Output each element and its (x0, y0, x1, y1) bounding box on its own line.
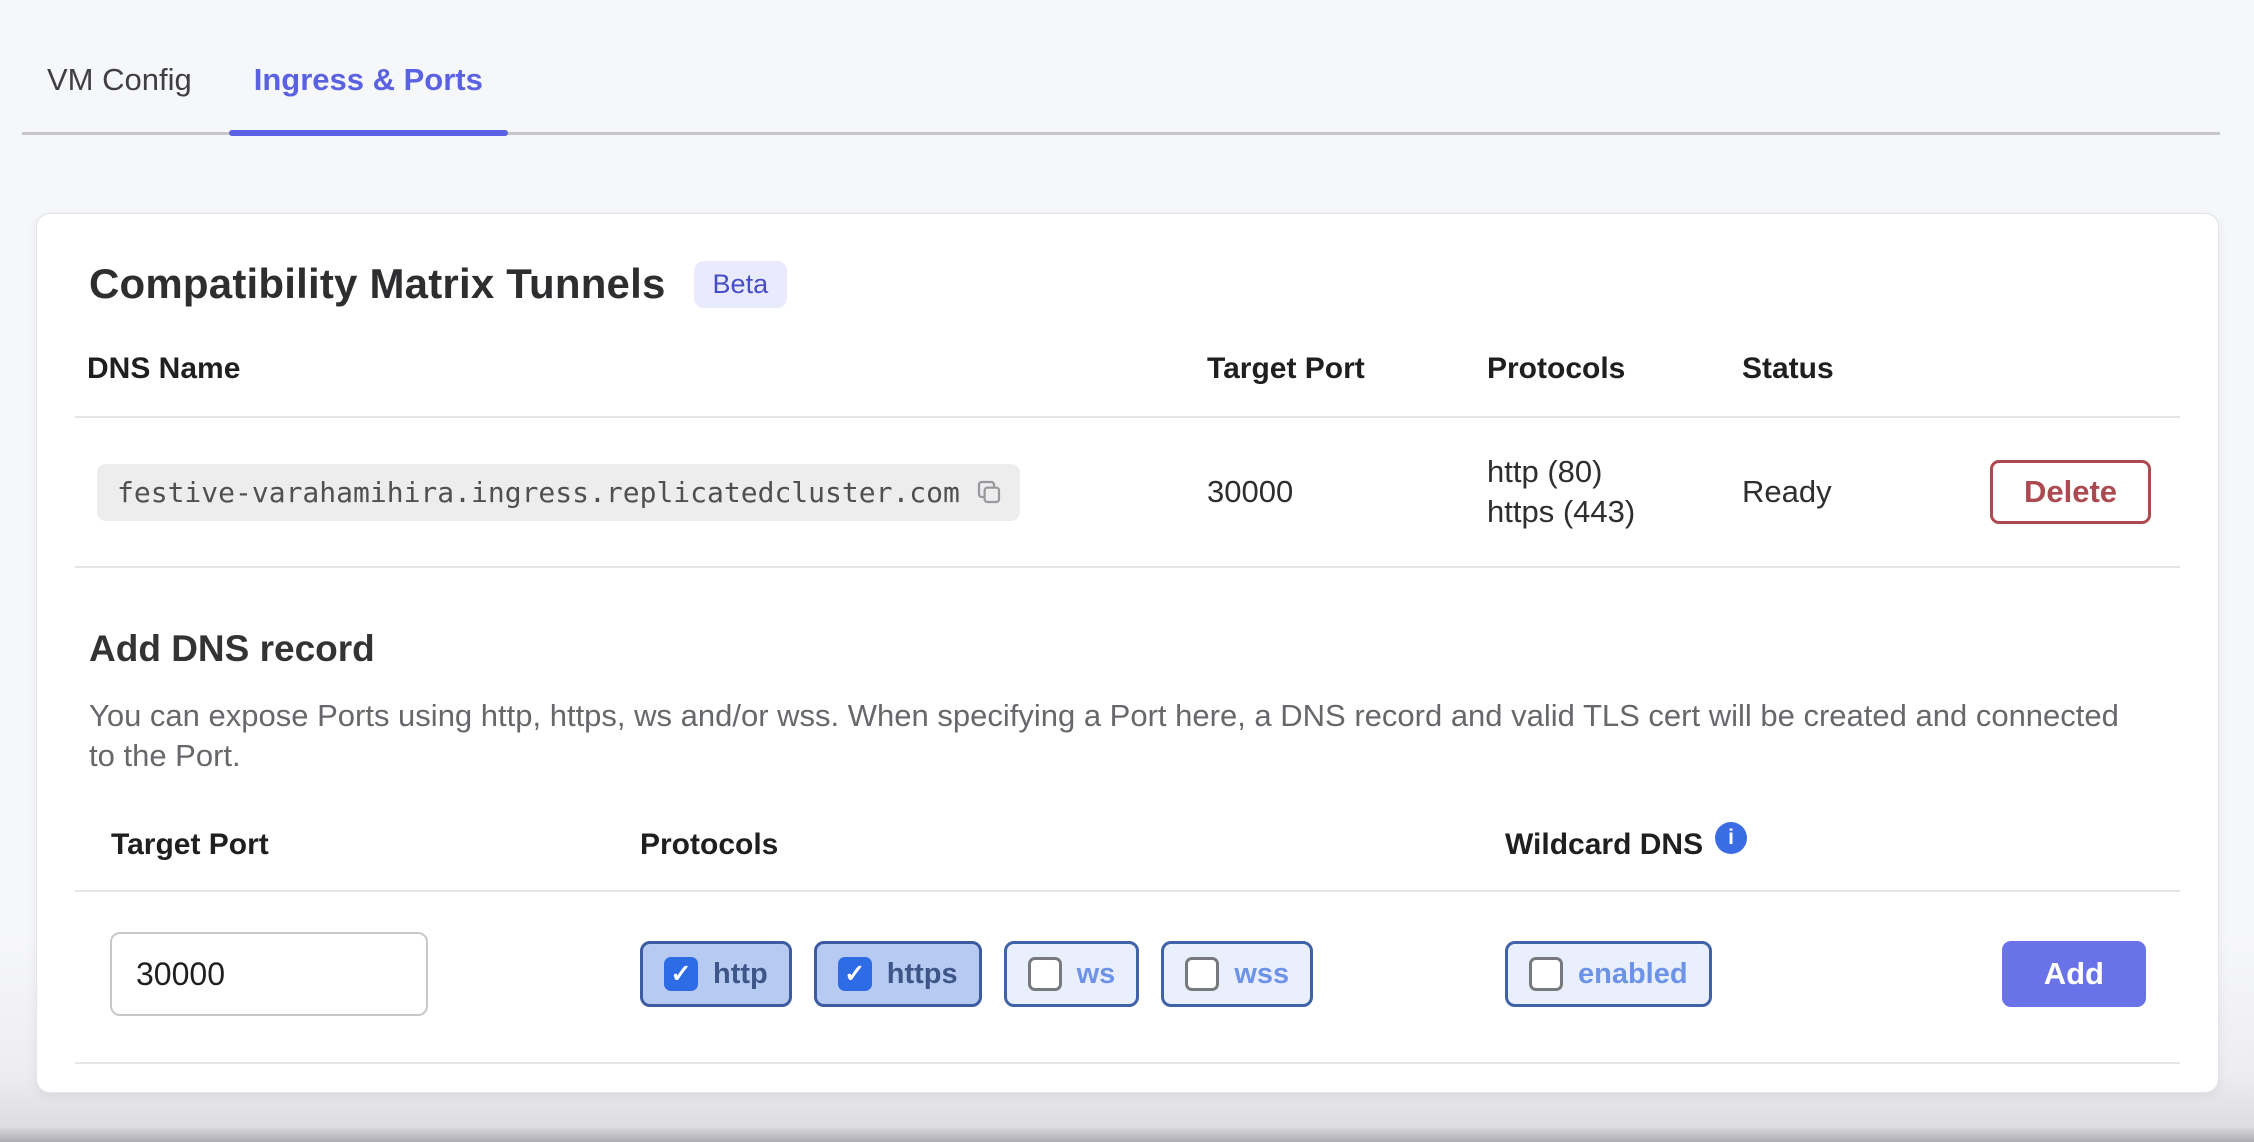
col-header-dns-name: DNS Name (75, 352, 1195, 386)
add-dns-description: You can expose Ports using http, https, … (75, 696, 2150, 776)
delete-button[interactable]: Delete (1990, 460, 2151, 524)
protocol-checkbox-wss[interactable]: wss (1161, 941, 1313, 1007)
checkbox-http-box (664, 957, 698, 991)
checkbox-https-label: https (887, 958, 958, 991)
tab-ingress-ports[interactable]: Ingress & Ports (229, 50, 508, 132)
protocol-checkbox-group: http https ws wss (628, 941, 1493, 1007)
protocol-https: https (443) (1487, 492, 1730, 532)
dns-name-pill: festive-varahamihira.ingress.replicatedc… (97, 464, 1020, 521)
panel-title-row: Compatibility Matrix Tunnels Beta (75, 260, 2180, 308)
checkbox-wss-label: wss (1234, 958, 1289, 991)
protocol-checkbox-ws[interactable]: ws (1004, 941, 1140, 1007)
checkbox-ws-box (1028, 957, 1062, 991)
panel-title: Compatibility Matrix Tunnels (89, 260, 666, 308)
checkbox-https-box (838, 957, 872, 991)
tunnels-table-header: DNS Name Target Port Protocols Status (75, 352, 2180, 418)
tab-bar: VM Config Ingress & Ports (22, 0, 2220, 135)
target-port-field-cell (75, 932, 628, 1016)
col-header-target-port: Target Port (1195, 352, 1475, 386)
protocols-cell: http (80) https (443) (1475, 452, 1730, 532)
target-port-cell: 30000 (1195, 474, 1475, 510)
col-header-protocols: Protocols (1475, 352, 1730, 386)
checkbox-wss-box (1185, 957, 1219, 991)
copy-icon[interactable] (974, 477, 1004, 507)
add-button[interactable]: Add (2002, 941, 2146, 1007)
checkbox-enabled-box (1529, 957, 1563, 991)
tunnels-panel: Compatibility Matrix Tunnels Beta DNS Na… (36, 213, 2219, 1093)
wildcard-dns-cell: enabled (1493, 941, 1993, 1007)
protocol-http: http (80) (1487, 452, 1730, 492)
info-icon[interactable] (1715, 822, 1747, 854)
target-port-input[interactable] (110, 932, 428, 1016)
checkbox-http-label: http (713, 958, 768, 991)
card-bottom-divider (75, 1062, 2180, 1064)
tab-vm-config[interactable]: VM Config (22, 50, 217, 132)
dns-name-cell: festive-varahamihira.ingress.replicatedc… (75, 464, 1195, 521)
label-target-port: Target Port (75, 828, 628, 862)
add-form-header: Target Port Protocols Wildcard DNS (75, 828, 2180, 892)
col-header-status: Status (1730, 352, 1990, 386)
dns-name-value: festive-varahamihira.ingress.replicatedc… (117, 476, 960, 509)
checkbox-enabled-label: enabled (1578, 958, 1688, 991)
beta-badge: Beta (694, 261, 788, 308)
add-form-row: http https ws wss enabled Add (75, 892, 2180, 1016)
label-wildcard-dns-wrap: Wildcard DNS (1493, 828, 1993, 862)
checkbox-ws-label: ws (1077, 958, 1116, 991)
protocol-checkbox-https[interactable]: https (814, 941, 982, 1007)
label-wildcard-dns: Wildcard DNS (1505, 828, 1703, 862)
wildcard-enabled-checkbox[interactable]: enabled (1505, 941, 1712, 1007)
table-row: festive-varahamihira.ingress.replicatedc… (75, 418, 2180, 568)
add-dns-heading: Add DNS record (75, 628, 2180, 670)
status-cell: Ready (1730, 474, 1990, 510)
label-protocols: Protocols (628, 828, 1493, 862)
protocol-checkbox-http[interactable]: http (640, 941, 792, 1007)
